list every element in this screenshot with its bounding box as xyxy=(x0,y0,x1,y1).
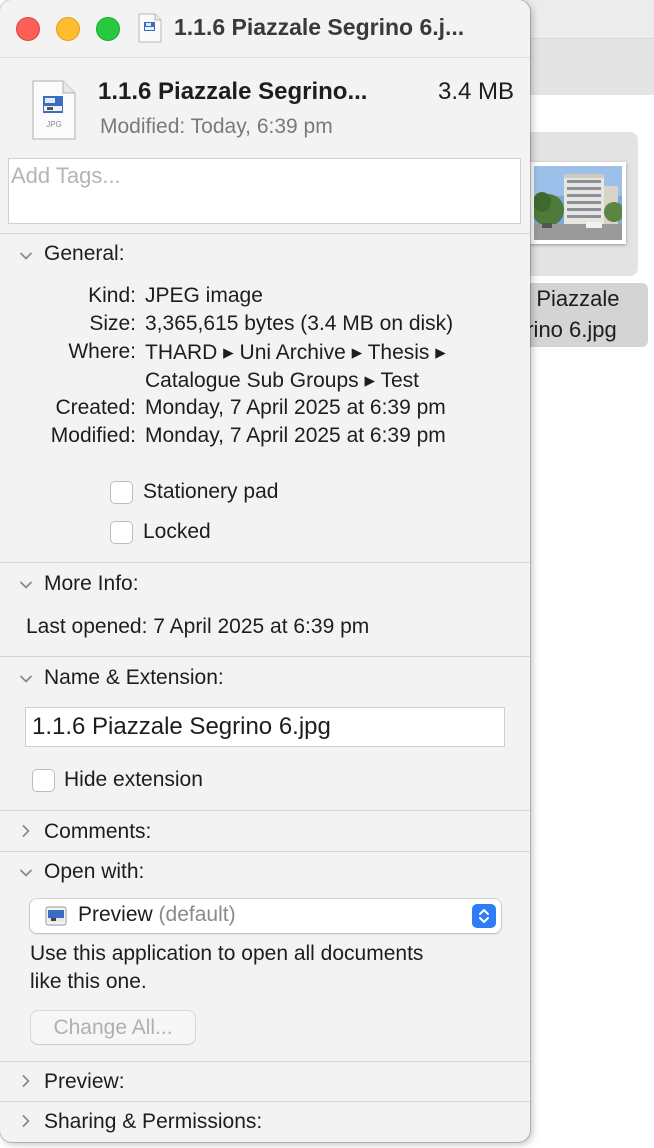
section-preview-label: Preview: xyxy=(44,1070,125,1093)
chevron-down-icon[interactable] xyxy=(18,865,34,881)
modified-label: Modified: xyxy=(50,424,136,447)
section-sharing-label: Sharing & Permissions: xyxy=(44,1110,263,1133)
file-header: JPG 1.1.6 Piazzale Segrino... 3.4 MB Mod… xyxy=(0,58,530,150)
open-with-value: Preview (default) xyxy=(78,903,236,927)
size-label: Size: xyxy=(89,312,136,335)
thumbnail-filename-label[interactable]: 6 Piazzale grino 6.jpg xyxy=(514,283,648,347)
chevron-right-icon[interactable] xyxy=(18,1113,34,1129)
section-open-with-label: Open with: xyxy=(44,860,145,883)
chevron-right-icon[interactable] xyxy=(18,1073,34,1089)
hide-extension-label: Hide extension xyxy=(64,768,203,791)
open-with-default-label: (default) xyxy=(158,903,236,926)
created-label: Created: xyxy=(55,396,136,419)
last-opened-text: Last opened: 7 April 2025 at 6:39 pm xyxy=(26,615,370,638)
section-sharing-header[interactable]: Sharing & Permissions: xyxy=(0,1107,530,1139)
section-comments-label: Comments: xyxy=(44,820,152,843)
zoom-button[interactable] xyxy=(96,17,120,41)
filename-value: 1.1.6 Piazzale Segrino 6.jpg xyxy=(32,713,331,740)
divider xyxy=(0,233,530,234)
updown-arrows-icon[interactable] xyxy=(472,904,496,928)
file-type-label: JPG xyxy=(46,120,62,129)
kind-value: JPEG image xyxy=(145,284,263,307)
section-name-extension-label: Name & Extension: xyxy=(44,666,224,689)
tags-placeholder: Add Tags... xyxy=(11,163,121,188)
section-more-info-label: More Info: xyxy=(44,572,139,595)
info-window: 1.1.6 Piazzale Segrino 6.j... JPG 1.1.6 … xyxy=(0,0,530,1142)
file-size: 3.4 MB xyxy=(437,78,514,105)
section-general-label: General: xyxy=(44,242,125,265)
chevron-down-icon[interactable] xyxy=(18,577,34,593)
jpeg-file-icon: JPG xyxy=(32,80,76,140)
title-bar[interactable]: 1.1.6 Piazzale Segrino 6.j... xyxy=(0,0,530,58)
section-comments-header[interactable]: Comments: xyxy=(0,817,530,849)
open-with-description-line1: Use this application to open all documen… xyxy=(30,942,424,965)
divider xyxy=(0,1101,530,1102)
thumbnail-label-line2: grino 6.jpg xyxy=(514,317,617,342)
divider xyxy=(0,562,530,563)
building-photo xyxy=(534,166,622,240)
divider xyxy=(0,656,530,657)
chevron-right-icon[interactable] xyxy=(18,823,34,839)
open-with-popup[interactable]: Preview (default) xyxy=(30,899,501,933)
locked-checkbox[interactable] xyxy=(110,521,133,544)
stationery-pad-checkbox[interactable] xyxy=(110,481,133,504)
divider xyxy=(0,810,530,811)
close-button[interactable] xyxy=(16,17,40,41)
where-label: Where: xyxy=(68,340,136,363)
filename-input[interactable]: 1.1.6 Piazzale Segrino 6.jpg xyxy=(25,707,505,747)
minimize-button[interactable] xyxy=(56,17,80,41)
file-name: 1.1.6 Piazzale Segrino... xyxy=(98,78,368,105)
section-more-info-header[interactable]: More Info: xyxy=(0,569,530,601)
where-value-line2: Catalogue Sub Groups ▸ Test xyxy=(145,369,419,392)
tags-field[interactable]: Add Tags... xyxy=(8,158,521,224)
chevron-down-icon[interactable] xyxy=(18,671,34,687)
kind-label: Kind: xyxy=(88,284,136,307)
stationery-pad-label: Stationery pad xyxy=(143,480,279,503)
file-modified-date: Modified: Today, 6:39 pm xyxy=(100,115,333,138)
open-with-description-line2: like this one. xyxy=(30,970,147,993)
section-general-header[interactable]: General: xyxy=(0,240,530,272)
created-value: Monday, 7 April 2025 at 6:39 pm xyxy=(145,396,446,419)
window-title: 1.1.6 Piazzale Segrino 6.j... xyxy=(174,14,465,40)
preview-app-icon xyxy=(45,906,67,926)
jpeg-file-icon[interactable] xyxy=(137,13,163,43)
hide-extension-checkbox[interactable] xyxy=(32,769,55,792)
change-all-button[interactable]: Change All... xyxy=(31,1011,195,1044)
chevron-down-icon[interactable] xyxy=(18,248,34,264)
section-open-with-header[interactable]: Open with: xyxy=(0,857,530,889)
section-preview-header[interactable]: Preview: xyxy=(0,1067,530,1099)
locked-label: Locked xyxy=(143,520,211,543)
modified-value: Monday, 7 April 2025 at 6:39 pm xyxy=(145,424,446,447)
divider xyxy=(0,851,530,852)
where-value-line1: THARD ▸ Uni Archive ▸ Thesis ▸ xyxy=(145,341,446,364)
thumbnail-label-line1: 6 Piazzale xyxy=(518,286,620,311)
image-thumbnail[interactable] xyxy=(530,162,626,244)
divider xyxy=(0,1061,530,1062)
size-value: 3,365,615 bytes (3.4 MB on disk) xyxy=(145,312,454,335)
section-name-extension-header[interactable]: Name & Extension: xyxy=(0,663,530,695)
open-with-app-name: Preview xyxy=(78,903,153,926)
